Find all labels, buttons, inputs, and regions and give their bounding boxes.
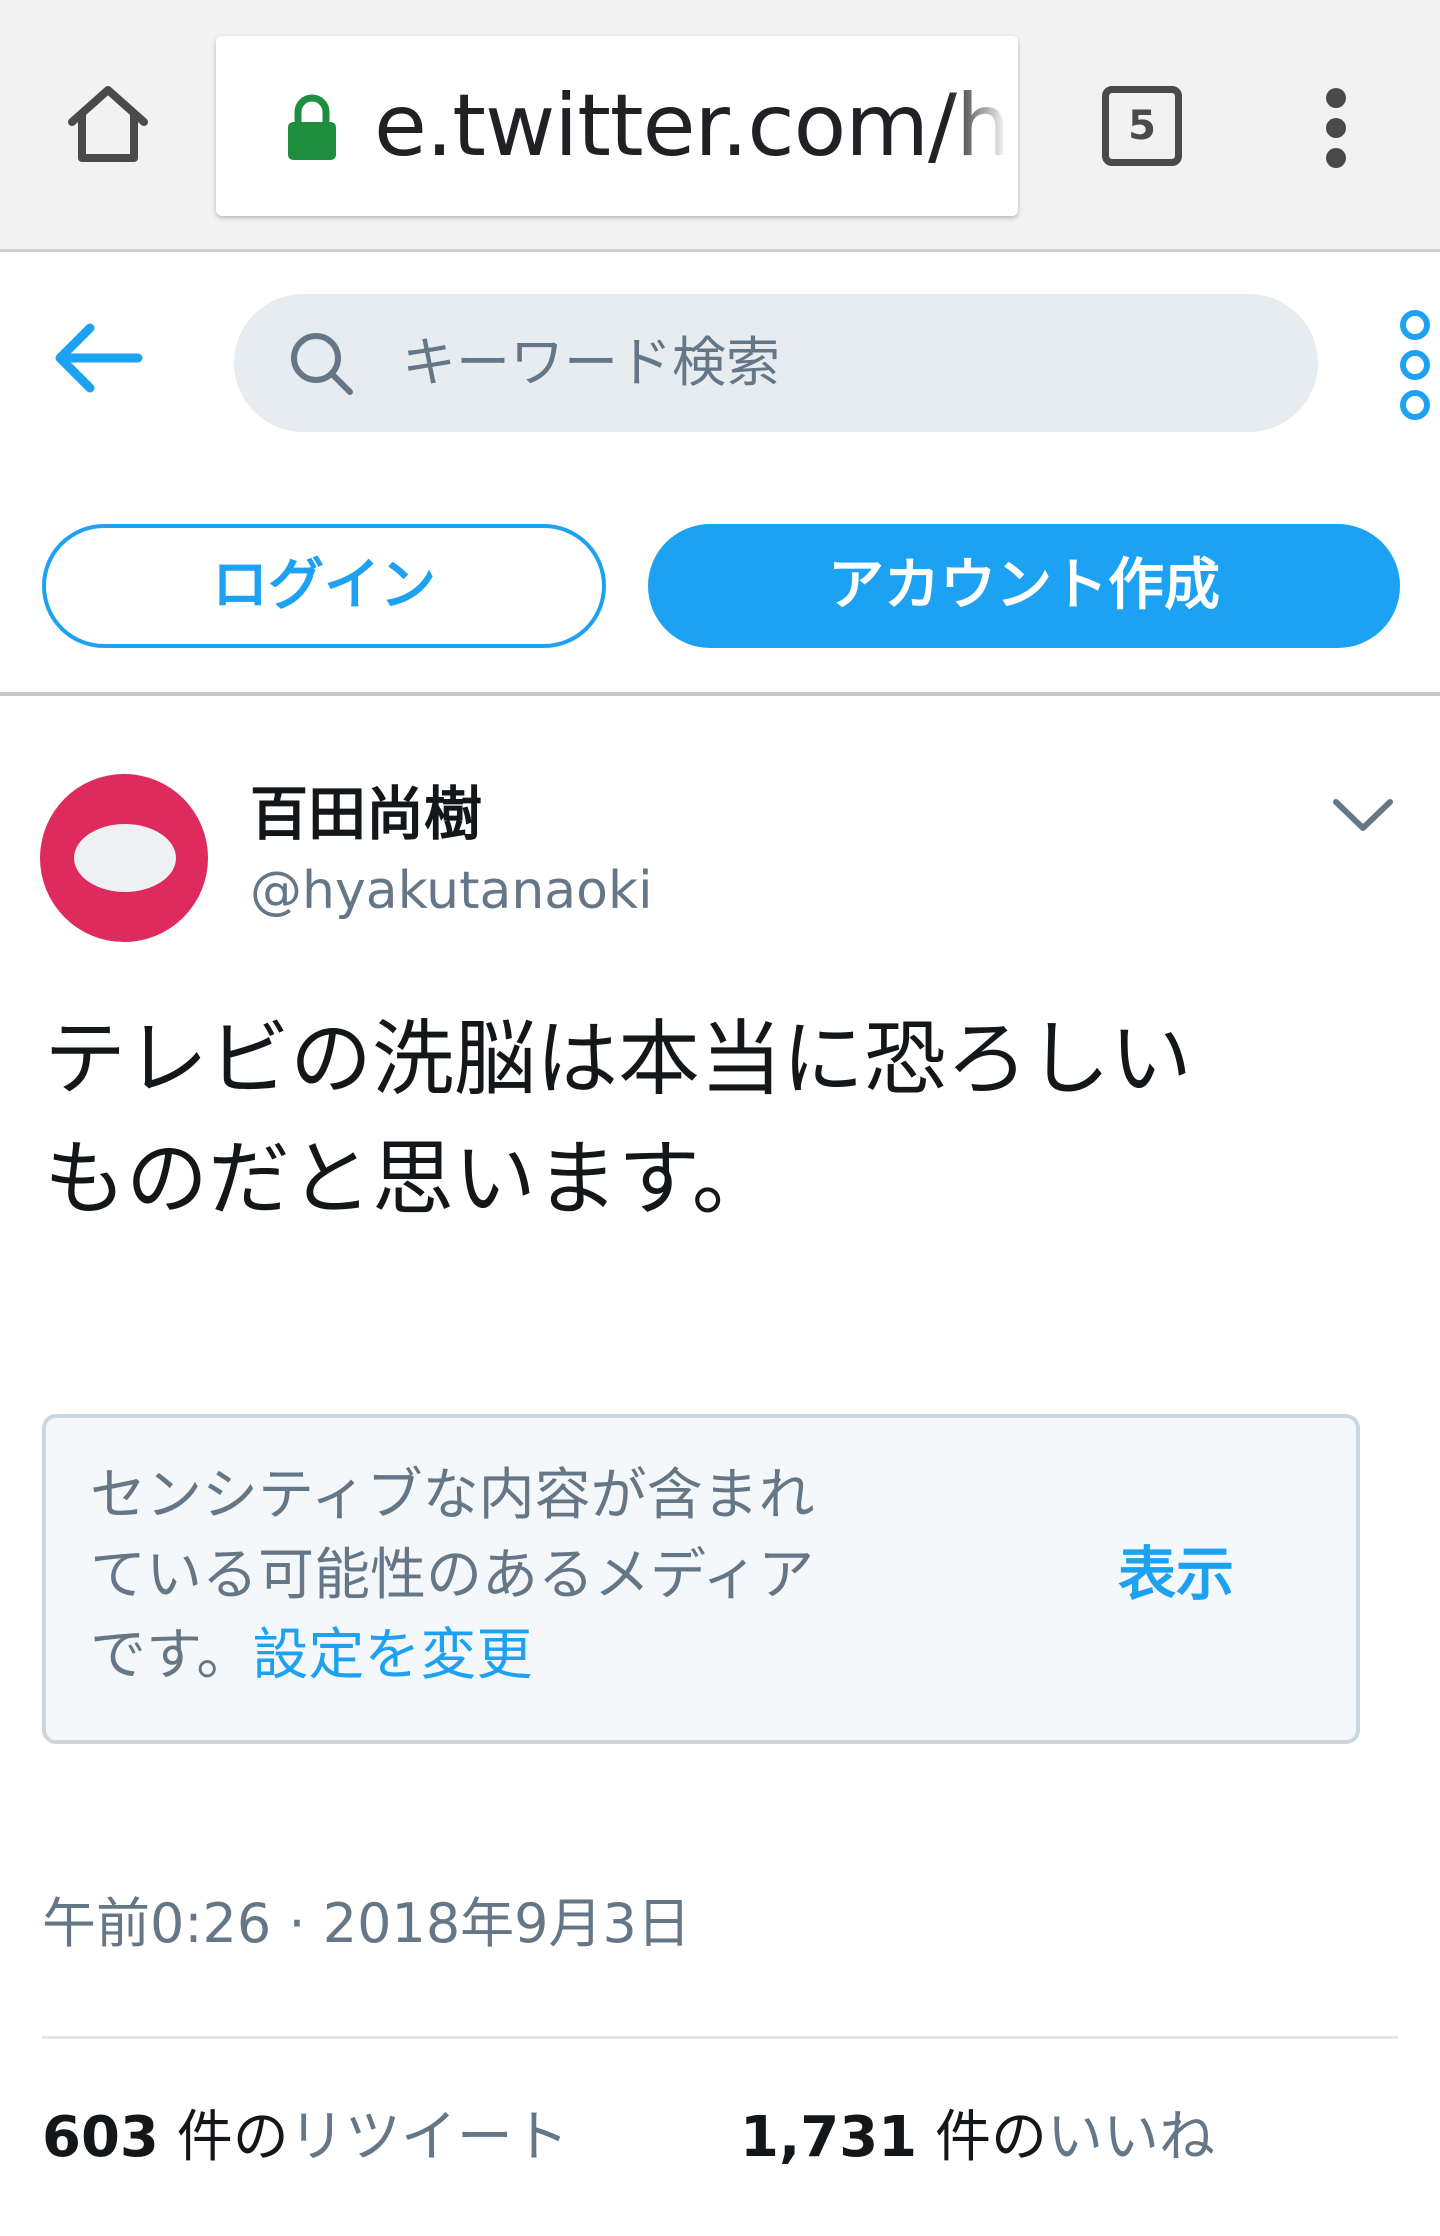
retweets-label: リツイート — [288, 2105, 569, 2170]
chevron-down-icon[interactable] — [1330, 790, 1396, 840]
home-icon[interactable] — [62, 78, 154, 170]
sensitive-media-line: ている可能性のあるメディア — [90, 1543, 815, 1608]
browser-toolbar: e.twitter.com/h 5 — [0, 0, 1440, 252]
change-settings-link[interactable]: 設定を変更 — [252, 1623, 532, 1688]
likes-label: いいね — [1046, 2105, 1215, 2170]
tweet-text-line: テレビの洗脳は本当に恐ろしい — [44, 1012, 1193, 1107]
avatar[interactable] — [40, 774, 208, 942]
author-handle[interactable]: @hyakutanaoki — [250, 858, 653, 924]
sensitive-media-warning: センシティブな内容が含まれ ている可能性のあるメディア です。設定を変更 表示 — [42, 1414, 1360, 1744]
avatar-shape — [74, 824, 176, 892]
login-button[interactable]: ログイン — [42, 524, 606, 648]
search-icon — [286, 328, 358, 400]
likes-count: 1,731 — [740, 2105, 918, 2170]
lock-icon — [282, 92, 342, 162]
tweet-timestamp[interactable]: 午前0:26 · 2018年9月3日 — [42, 1888, 691, 1960]
likes-stat[interactable]: 1,731 件のいいね — [740, 2100, 1215, 2176]
divider — [42, 2036, 1398, 2039]
more-vertical-icon[interactable] — [1396, 310, 1440, 422]
tweet-text-line: ものだと思います。 — [44, 1132, 774, 1227]
retweets-count: 603 — [42, 2105, 159, 2170]
author-name[interactable]: 百田尚樹 — [250, 778, 482, 850]
arrow-left-icon[interactable] — [50, 318, 146, 398]
tweet-text: テレビの洗脳は本当に恐ろしい ものだと思います。 — [44, 1000, 1404, 1240]
retweets-stat[interactable]: 603 件のリツイート — [42, 2100, 569, 2176]
search-input[interactable]: キーワード検索 — [234, 294, 1318, 432]
more-vert-icon[interactable] — [1316, 88, 1356, 168]
show-media-button[interactable]: 表示 — [1118, 1534, 1234, 1614]
sensitive-media-text: センシティブな内容が含まれ ている可能性のあるメディア です。設定を変更 — [90, 1456, 960, 1696]
sensitive-media-line: センシティブな内容が含まれ — [90, 1463, 815, 1528]
divider — [0, 692, 1440, 696]
url-text: e.twitter.com/h — [374, 76, 1011, 176]
url-bar[interactable]: e.twitter.com/h — [216, 36, 1018, 216]
url-fade — [948, 36, 1018, 216]
tab-switcher-button[interactable]: 5 — [1102, 86, 1182, 166]
sensitive-media-line-prefix: です。 — [90, 1623, 253, 1688]
search-placeholder: キーワード検索 — [402, 331, 780, 394]
likes-unit: 件の — [934, 2105, 1047, 2170]
sensitive-media-line: です。設定を変更 — [90, 1616, 960, 1696]
retweets-unit: 件の — [176, 2105, 289, 2170]
create-account-button[interactable]: アカウント作成 — [648, 524, 1400, 648]
